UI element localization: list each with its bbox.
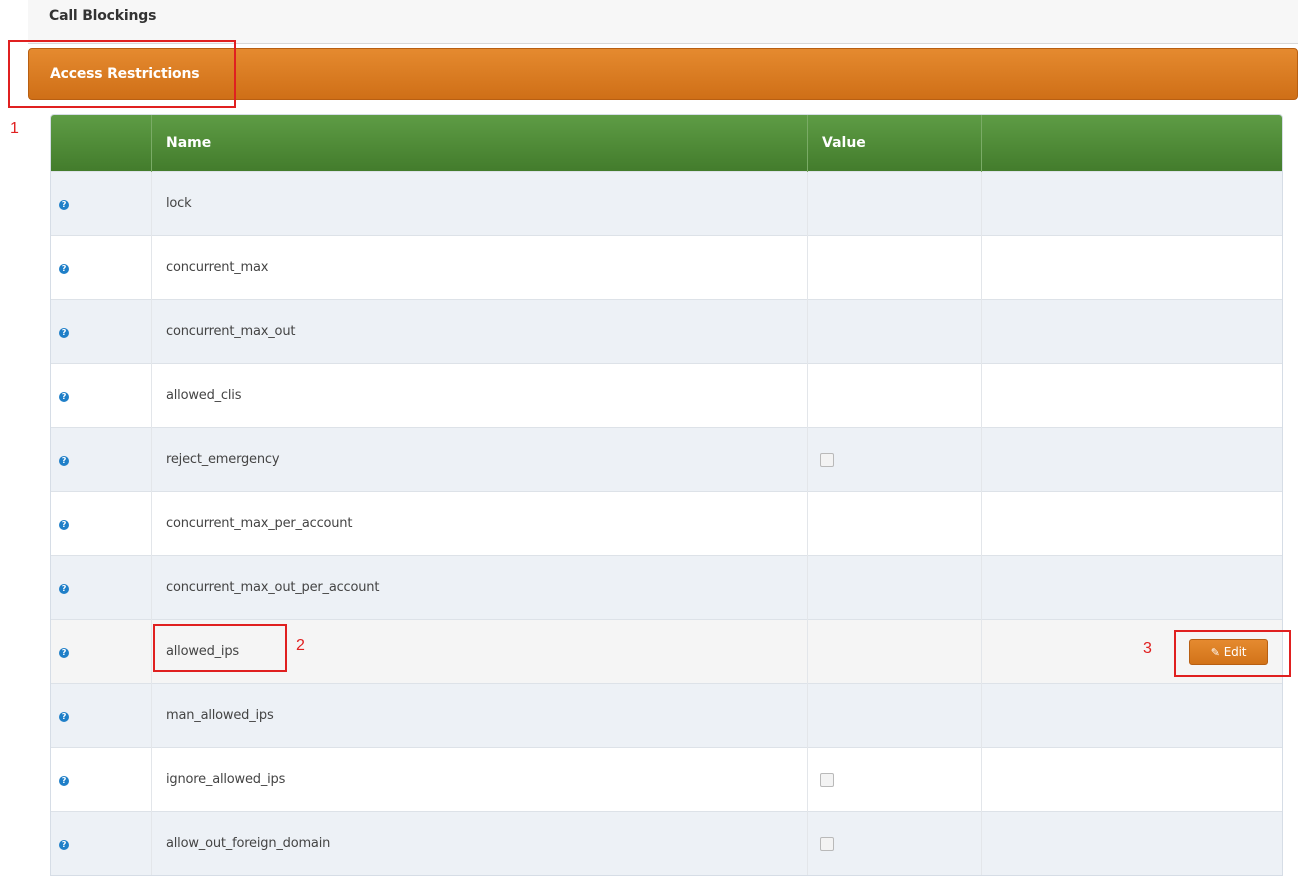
actions-cell [981,555,1282,620]
actions-cell: ✎ Edit [981,619,1282,684]
actions-cell [981,427,1282,492]
preference-value [807,299,982,364]
preference-value [807,235,982,300]
actions-cell [981,363,1282,428]
help-cell: ? [51,747,152,812]
question-circle-icon[interactable]: ? [59,328,69,338]
annotation-number-1: 1 [10,120,19,137]
ignore-allowed-ips-checkbox[interactable] [820,772,834,787]
preference-value [807,363,982,428]
question-circle-icon[interactable]: ? [59,840,69,850]
actions-cell [981,235,1282,300]
section-access-restrictions[interactable]: Access Restrictions [28,48,1298,100]
allow-out-foreign-domain-checkbox[interactable] [820,836,834,851]
header-value: Value [807,115,982,172]
annotation-number-2: 2 [296,637,305,654]
section-access-restrictions-label: Access Restrictions [50,66,200,82]
question-circle-icon[interactable]: ? [59,584,69,594]
edit-icon: ✎ [1210,645,1220,659]
preference-value [807,427,982,492]
header-icon-column [51,115,152,172]
actions-cell [981,811,1282,875]
preference-value [807,619,982,684]
help-cell: ? [51,683,152,748]
question-circle-icon[interactable]: ? [59,392,69,402]
help-cell: ? [51,555,152,620]
header-actions [981,115,1282,172]
table-row: ? concurrent_max_per_account [51,491,1282,556]
table-header-row: Name Value [51,115,1282,172]
question-circle-icon[interactable]: ? [59,712,69,722]
preference-name: reject_emergency [151,427,808,492]
preference-value [807,171,982,236]
question-circle-icon[interactable]: ? [59,776,69,786]
help-cell: ? [51,491,152,556]
preference-name: concurrent_max [151,235,808,300]
question-circle-icon[interactable]: ? [59,264,69,274]
actions-cell [981,747,1282,812]
question-circle-icon[interactable]: ? [59,520,69,530]
table-row[interactable]: ? allowed_ips ✎ Edit [51,619,1282,684]
table-row: ? lock [51,171,1282,236]
help-cell: ? [51,811,152,875]
question-circle-icon[interactable]: ? [59,648,69,658]
preference-name: allowed_clis [151,363,808,428]
preference-value [807,811,982,875]
preference-name: lock [151,171,808,236]
preference-name: concurrent_max_out_per_account [151,555,808,620]
actions-cell [981,683,1282,748]
header-name: Name [151,115,808,172]
preference-name: allow_out_foreign_domain [151,811,808,875]
question-circle-icon[interactable]: ? [59,200,69,210]
edit-button[interactable]: ✎ Edit [1189,639,1268,665]
actions-cell [981,171,1282,236]
preference-name: concurrent_max_out [151,299,808,364]
help-cell: ? [51,299,152,364]
actions-cell [981,299,1282,364]
table-row: ? man_allowed_ips [51,683,1282,748]
table-row: ? reject_emergency [51,427,1282,492]
table-row: ? ignore_allowed_ips [51,747,1282,812]
annotation-number-3: 3 [1143,640,1152,657]
help-cell: ? [51,171,152,236]
preference-value [807,747,982,812]
table-row: ? allow_out_foreign_domain [51,811,1282,875]
preference-name: allowed_ips [151,619,808,684]
help-cell: ? [51,427,152,492]
help-cell: ? [51,619,152,684]
table-row: ? allowed_clis [51,363,1282,428]
preference-value [807,555,982,620]
actions-cell [981,491,1282,556]
question-circle-icon[interactable]: ? [59,456,69,466]
edit-button-label: Edit [1223,645,1247,659]
preference-name: concurrent_max_per_account [151,491,808,556]
help-cell: ? [51,363,152,428]
table-row: ? concurrent_max [51,235,1282,300]
preference-name: man_allowed_ips [151,683,808,748]
section-call-blockings[interactable]: Call Blockings [28,0,1298,44]
help-cell: ? [51,235,152,300]
table-row: ? concurrent_max_out_per_account [51,555,1282,620]
preferences-table: Name Value ? lock ? concurrent_max ? con… [50,114,1283,876]
preference-value [807,683,982,748]
section-call-blockings-label: Call Blockings [49,8,157,24]
preference-name: ignore_allowed_ips [151,747,808,812]
preference-value [807,491,982,556]
table-row: ? concurrent_max_out [51,299,1282,364]
reject-emergency-checkbox[interactable] [820,452,834,467]
